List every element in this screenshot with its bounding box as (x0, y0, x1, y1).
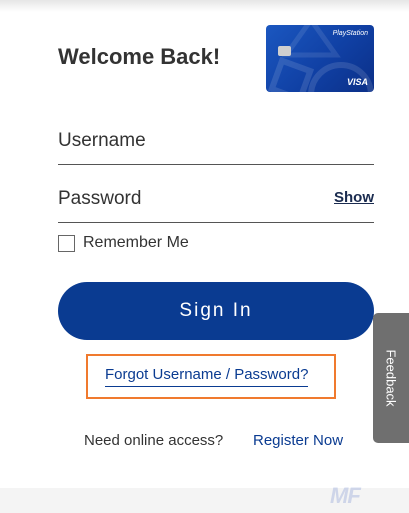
feedback-tab[interactable]: Feedback (373, 313, 409, 443)
card-chip-icon (278, 46, 291, 56)
remember-me-label: Remember Me (83, 234, 189, 251)
password-field[interactable]: Password Show (58, 178, 374, 223)
page-title: Welcome Back! (58, 44, 221, 69)
feedback-label: Feedback (383, 349, 399, 407)
forgot-credentials-link[interactable]: Forgot Username / Password? (105, 366, 309, 387)
top-shadow (0, 0, 409, 12)
show-password-link[interactable]: Show (334, 189, 374, 206)
password-label: Password (58, 188, 142, 209)
sign-in-button[interactable]: Sign In (58, 282, 374, 340)
card-brand: PlayStation (332, 30, 368, 37)
credit-card-image: PlayStation VISA (266, 25, 374, 92)
username-field[interactable]: Username (58, 120, 374, 165)
online-access-text: Need online access? (84, 432, 224, 449)
register-now-link[interactable]: Register Now (253, 432, 343, 449)
card-network-logo: VISA (346, 77, 368, 87)
remember-me-checkbox[interactable] (58, 235, 75, 252)
username-label: Username (58, 130, 146, 151)
watermark-logo: MF (330, 483, 361, 508)
